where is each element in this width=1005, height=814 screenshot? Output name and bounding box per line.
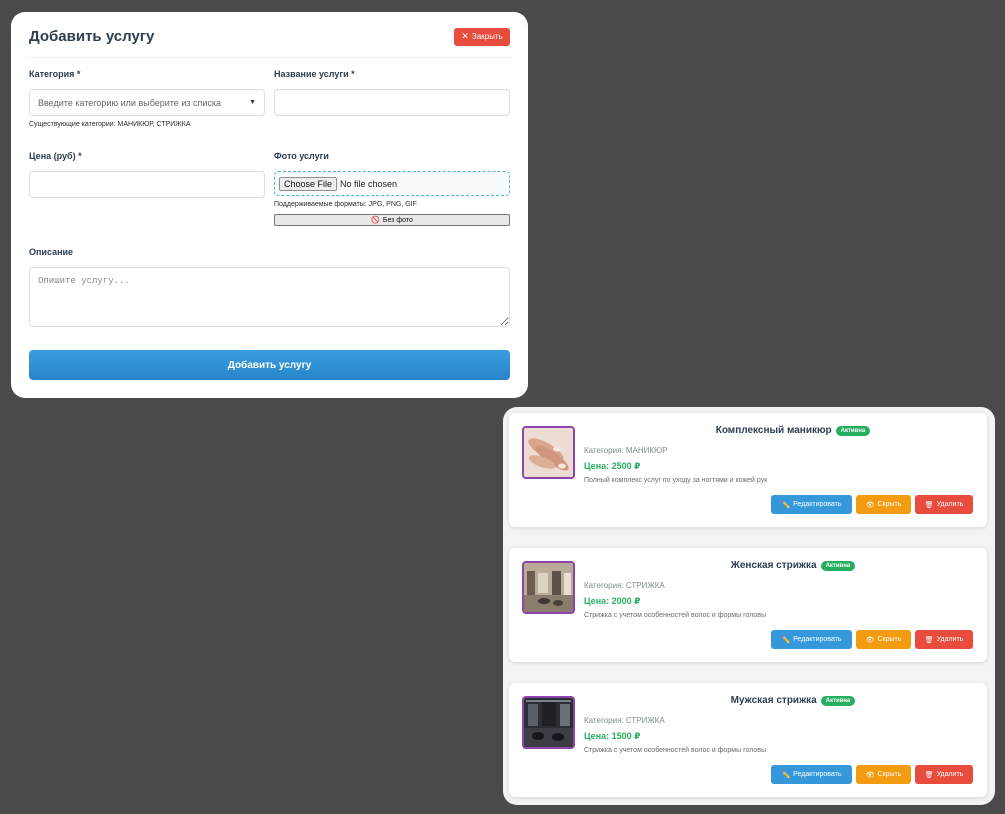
edit-button[interactable]: ✏️ Редактировать <box>771 495 852 514</box>
trash-icon: 🗑 <box>924 501 934 509</box>
eye-icon: 👁 <box>865 771 875 779</box>
service-card: Мужская стрижка Активна Категория: СТРИЖ… <box>509 683 987 797</box>
form-title: Добавить услугу <box>29 28 155 45</box>
price-input[interactable] <box>29 171 265 198</box>
edit-button[interactable]: ✏️ Редактировать <box>771 765 852 784</box>
description-textarea[interactable] <box>29 267 510 327</box>
close-button[interactable]: ✕ Закрыть <box>454 27 510 46</box>
edit-label: Редактировать <box>793 501 842 508</box>
file-status: No file chosen <box>340 178 398 189</box>
service-title: Комплексный маникюр Активна <box>509 425 987 436</box>
service-description: Стрижка с учетом особенностей волос и фо… <box>584 612 767 619</box>
trash-icon: 🗑 <box>924 771 934 779</box>
hide-button[interactable]: 👁 Скрыть <box>856 630 911 649</box>
service-price: Цена: 1500 ₽ <box>584 731 641 741</box>
choose-file-button[interactable]: Choose File <box>279 176 338 191</box>
service-name: Мужская стрижка <box>730 695 817 706</box>
service-category: Категория: СТРИЖКА <box>584 581 665 590</box>
trash-icon: 🗑 <box>924 636 934 644</box>
no-photo-label: Без фото <box>382 216 413 224</box>
pencil-icon: ✏️ <box>781 501 791 509</box>
status-badge: Активна <box>820 695 856 706</box>
close-icon: ✕ <box>461 31 469 41</box>
photo-format-hint: Поддерживаемые форматы: JPG, PNG, GIF <box>274 201 417 208</box>
service-category: Категория: СТРИЖКА <box>584 716 665 725</box>
delete-label: Удалить <box>936 636 964 643</box>
service-description: Полный комплекс услуг по уходу за ногтям… <box>584 477 768 484</box>
delete-button[interactable]: 🗑 Удалить <box>915 495 973 514</box>
edit-label: Редактировать <box>793 636 842 643</box>
chevron-down-icon: ▼ <box>249 99 256 106</box>
service-card: Женская стрижка Активна Категория: СТРИЖ… <box>509 548 987 662</box>
service-name-input[interactable] <box>274 89 510 116</box>
close-label: Закрыть <box>471 32 503 41</box>
pencil-icon: ✏️ <box>781 771 791 779</box>
category-placeholder: Введите категорию или выберите из списка <box>38 97 222 108</box>
service-title: Мужская стрижка Активна <box>509 695 987 706</box>
no-photo-button[interactable]: 🚫 Без фото <box>274 214 510 226</box>
category-select[interactable]: Введите категорию или выберите из списка… <box>29 89 265 116</box>
service-category: Категория: МАНИКЮР <box>584 446 668 455</box>
delete-button[interactable]: 🗑 Удалить <box>915 765 973 784</box>
service-title: Женская стрижка Активна <box>509 560 987 571</box>
photo-label: Фото услуги <box>274 151 329 161</box>
service-name: Комплексный маникюр <box>715 425 832 436</box>
service-description: Стрижка с учетом особенностей волос и фо… <box>584 747 767 754</box>
services-list: Комплексный маникюр Активна Категория: М… <box>503 407 995 805</box>
delete-label: Удалить <box>936 771 964 778</box>
delete-label: Удалить <box>936 501 964 508</box>
photo-file-input[interactable]: Choose File No file chosen <box>274 171 510 196</box>
service-name-label: Название услуги * <box>274 69 355 79</box>
hide-label: Скрыть <box>877 771 902 778</box>
edit-label: Редактировать <box>793 771 842 778</box>
service-card: Комплексный маникюр Активна Категория: М… <box>509 413 987 527</box>
hide-label: Скрыть <box>877 501 902 508</box>
edit-button[interactable]: ✏️ Редактировать <box>771 630 852 649</box>
card-actions: ✏️ Редактировать 👁 Скрыть 🗑 Удалить <box>771 630 973 649</box>
ban-icon: 🚫 <box>371 217 380 224</box>
description-label: Описание <box>29 247 74 257</box>
delete-button[interactable]: 🗑 Удалить <box>915 630 973 649</box>
category-label: Категория * <box>29 69 81 79</box>
service-name: Женская стрижка <box>730 560 817 571</box>
hide-label: Скрыть <box>877 636 902 643</box>
add-service-form: Добавить услугу ✕ Закрыть Категория * Вв… <box>11 12 528 398</box>
price-label: Цена (руб) * <box>29 151 82 161</box>
status-badge: Активна <box>820 560 856 571</box>
category-hint: Существующие категории: МАНИКЮР, СТРИЖКА <box>29 121 191 128</box>
hide-button[interactable]: 👁 Скрыть <box>856 765 911 784</box>
card-actions: ✏️ Редактировать 👁 Скрыть 🗑 Удалить <box>771 765 973 784</box>
eye-icon: 👁 <box>865 636 875 644</box>
form-header: Добавить услугу ✕ Закрыть <box>29 12 510 58</box>
card-actions: ✏️ Редактировать 👁 Скрыть 🗑 Удалить <box>771 495 973 514</box>
pencil-icon: ✏️ <box>781 636 791 644</box>
eye-icon: 👁 <box>865 501 875 509</box>
add-service-submit-button[interactable]: Добавить услугу <box>29 350 510 380</box>
status-badge: Активна <box>835 425 871 436</box>
service-price: Цена: 2500 ₽ <box>584 461 641 471</box>
service-price: Цена: 2000 ₽ <box>584 596 641 606</box>
hide-button[interactable]: 👁 Скрыть <box>856 495 911 514</box>
